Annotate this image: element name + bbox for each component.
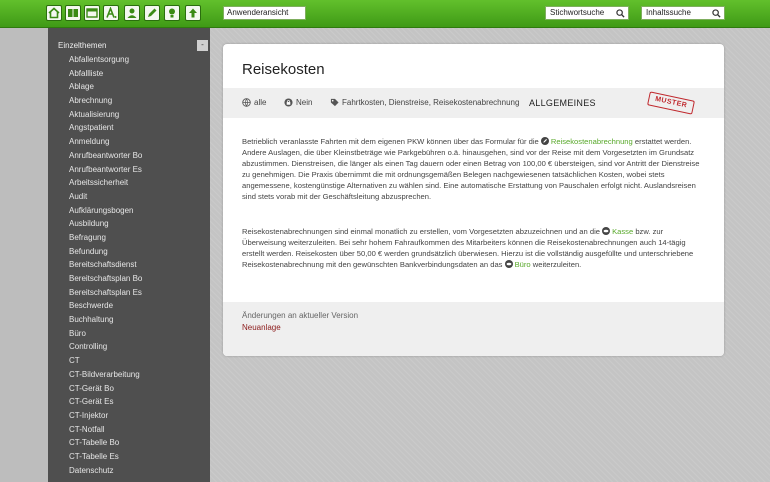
sidebar-item[interactable]: CT-Bildverarbeitung [69,368,142,382]
lightbulb-icon [169,8,175,18]
sidebar-item[interactable]: Angstpatient [69,121,142,135]
sidebar-item[interactable]: Anmeldung [69,135,142,149]
book-icon [68,9,78,17]
lock-icon [284,98,293,107]
keyword-search-placeholder: Stichwortsuche [550,8,605,17]
sidebar-item[interactable]: Abrechnung [69,94,142,108]
meta-scope: alle [242,98,266,107]
sidebar-item[interactable]: Befundung [69,245,142,259]
meta-confidential: Nein [284,98,312,107]
sidebar-item[interactable]: CT [69,354,142,368]
sidebar-item[interactable]: CT-Injektor [69,409,142,423]
sidebar-item[interactable]: Ablage [69,80,142,94]
meta-confidential-label: Nein [296,98,313,107]
sidebar-item[interactable]: Bereitschaftsplan Es [69,286,142,300]
sidebar-item[interactable]: Bereitschaftsdienst [69,258,142,272]
coins-icon [602,227,611,235]
document-card: Reisekosten alle Nein Fahrtkosten, Diens… [223,44,724,356]
home-icon [48,7,60,19]
sidebar-item[interactable]: Anrufbeantworter Bo [69,149,142,163]
sidebar: Einzelthemen - Abfallentsorgung Abfalllis… [48,28,210,482]
sidebar-list: Abfallentsorgung Abfallliste Ablage Abrechn… [69,53,142,477]
sidebar-item[interactable]: Buchhaltung [69,313,142,327]
idea-button[interactable] [164,5,180,21]
paragraph-2-before: Reisekostenabrechnungen sind einmal mona… [242,227,603,236]
search-icon[interactable] [709,7,723,19]
paragraph-2: Reisekostenabrechnungen sind einmal mona… [242,227,706,271]
content-search-placeholder: Inhaltssuche [646,8,691,17]
sidebar-item[interactable]: Abfallliste [69,67,142,81]
left-frame [0,28,48,482]
pencil-icon [148,8,157,17]
sidebar-item[interactable]: Befragung [69,231,142,245]
sidebar-item[interactable]: CT-Tabelle Es [69,450,142,464]
paragraph-1-after: erstattet werden. Andere Auslagen, die ü… [242,137,700,201]
home-button[interactable] [46,5,62,21]
sidebar-heading[interactable]: Einzelthemen [58,41,106,50]
sidebar-item[interactable]: Büro [69,327,142,341]
text-a-icon [106,7,117,18]
link-kasse[interactable]: Kasse [612,227,633,236]
user-icon [127,8,137,18]
pencil-icon [540,137,549,145]
up-button[interactable] [185,5,201,21]
sidebar-item[interactable]: Bereitschaftsplan Bo [69,272,142,286]
link-buero[interactable]: Büro [515,260,531,269]
paragraph-2-after: weiterzuleiten. [530,259,582,269]
sidebar-item[interactable]: CT-Notfall [69,423,142,437]
top-toolbar: Anwenderansicht Stichwortsuche Inhaltssu… [0,0,770,28]
link-reisekostenabrechnung[interactable]: Reisekostenabrechnung [551,137,633,146]
meta-tags: Fahrtkosten, Dienstreise, Reisekostenabr… [330,98,519,107]
sidebar-item[interactable]: CT-Gerät Bo [69,382,142,396]
sidebar-item[interactable]: CT-Gerät Es [69,395,142,409]
sidebar-item[interactable]: Aufklärungsbogen [69,204,142,218]
collapse-button[interactable]: - [197,40,208,51]
office-icon [504,259,513,268]
view-select[interactable]: Anwenderansicht [223,6,306,20]
meta-bar: alle Nein Fahrtkosten, Dienstreise, Reis… [223,88,724,118]
arrow-up-icon [189,8,197,18]
main-area: Reisekosten alle Nein Fahrtkosten, Diens… [210,28,770,482]
changes-section: Änderungen an aktueller Version Neuanlag… [223,302,724,356]
globe-icon [242,98,251,107]
meta-scope-label: alle [254,98,267,107]
sidebar-item[interactable]: Aktualisierung [69,108,142,122]
edit-button[interactable] [144,5,160,21]
sidebar-item[interactable]: Controlling [69,340,142,354]
user-button[interactable] [124,5,140,21]
window-icon [86,8,98,18]
sidebar-item[interactable]: Ausbildung [69,217,142,231]
sidebar-item[interactable]: Audit [69,190,142,204]
window-button[interactable] [84,5,100,21]
search-icon[interactable] [613,7,627,19]
sidebar-item[interactable]: Arbeitssicherheit [69,176,142,190]
sidebar-item[interactable]: Beschwerde [69,299,142,313]
content-search-input[interactable]: Inhaltssuche [641,6,725,20]
sidebar-item[interactable]: Abfallentsorgung [69,53,142,67]
text-button[interactable] [103,5,119,21]
book-button[interactable] [65,5,81,21]
paragraph-1: Betrieblich veranlasste Fahrten mit dem … [242,137,706,202]
meta-category: ALLGEMEINES [529,98,596,108]
keyword-search-input[interactable]: Stichwortsuche [545,6,629,20]
page-title: Reisekosten [242,61,325,78]
changes-label: Änderungen an aktueller Version [242,311,359,320]
sidebar-item[interactable]: CT-Tabelle Bo [69,436,142,450]
changes-value: Neuanlage [242,323,281,332]
tag-icon [330,98,339,107]
muster-stamp: MUSTER [647,91,695,115]
sidebar-item[interactable]: Anrufbeantworter Es [69,163,142,177]
sidebar-item[interactable]: Datenschutz [69,464,142,478]
meta-tags-label: Fahrtkosten, Dienstreise, Reisekostenabr… [342,98,520,107]
paragraph-1-before: Betrieblich veranlasste Fahrten mit dem … [242,137,541,146]
